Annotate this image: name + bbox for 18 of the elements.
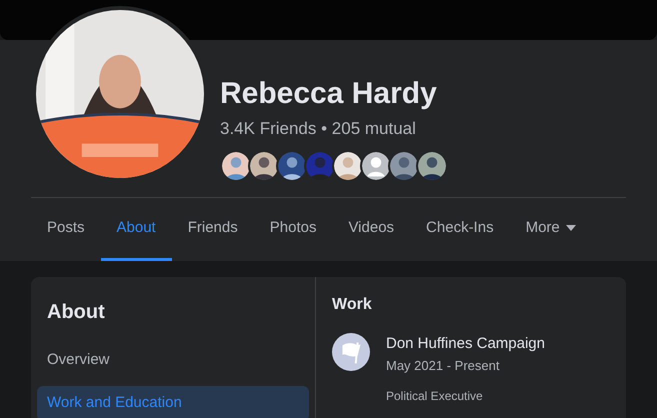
work-heading: Work bbox=[332, 295, 373, 315]
profile-tab[interactable]: More bbox=[510, 198, 592, 261]
caret-icon bbox=[566, 225, 576, 231]
flag-icon bbox=[332, 333, 370, 371]
profile-tab[interactable]: Videos bbox=[332, 198, 410, 261]
profile-tab[interactable]: Photos bbox=[254, 198, 332, 261]
profile-name: Rebecca Hardy bbox=[220, 76, 438, 112]
default-avatar-icon[interactable] bbox=[360, 150, 392, 182]
friends-count[interactable]: 3.4K Friends • 205 mutual bbox=[220, 116, 657, 142]
profile-tab[interactable]: Posts bbox=[31, 198, 101, 261]
profile-tab[interactable]: Friends bbox=[172, 198, 254, 261]
profile-tab[interactable]: Check-Ins bbox=[410, 198, 510, 261]
section-title: About bbox=[46, 300, 106, 325]
employer-name[interactable]: Don Huffines Campaign bbox=[386, 333, 545, 356]
work-dates: May 2021 - Present bbox=[386, 356, 500, 375]
profile-tab[interactable]: About bbox=[100, 198, 172, 261]
job-title: Political Executive bbox=[386, 388, 484, 405]
about-menu-item[interactable]: Overview bbox=[37, 343, 309, 378]
